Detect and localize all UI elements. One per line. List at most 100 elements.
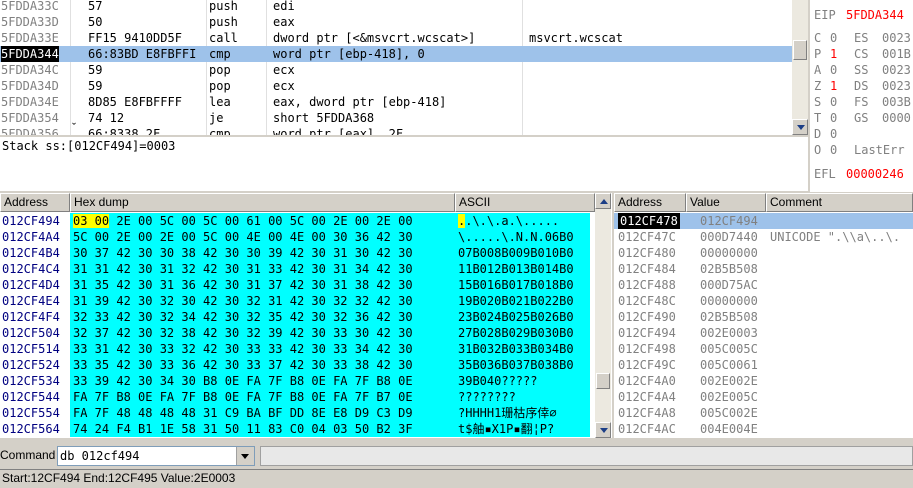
dump-row[interactable]: 012CF4B4 30 37 42 30 30 38 42 30 30 39 42… [0,245,595,261]
dump-row[interactable]: 012CF554 FA 7F 48 48 48 48 31 C9 BA BF DD… [0,405,595,421]
dump-hex[interactable]: 31 31 42 30 31 32 42 30 31 33 42 30 31 3… [70,261,456,277]
dump-ascii[interactable]: ?HHHH1珊枯序倖∅ [455,405,590,421]
dump-ascii[interactable]: t$舳▪X1P▪翻¦P? [455,421,590,437]
dump-row[interactable]: 012CF4C4 31 31 42 30 31 32 42 30 31 33 42… [0,261,595,277]
dump-hex[interactable]: 33 35 42 30 33 36 42 30 33 37 42 30 33 3… [70,357,456,373]
disasm-row[interactable]: 5FDDA33D 50 push eax [0,14,792,30]
stack-row[interactable]: 012CF490 02B5B508 [614,309,913,325]
dump-selected-bytes[interactable]: 03 00 [73,214,110,228]
stack-row[interactable]: 012CF494 002E0003 [614,325,913,341]
dump-row[interactable]: 012CF504 32 37 42 30 32 38 42 30 32 39 42… [0,325,595,341]
segment-value[interactable]: 003B [882,94,911,110]
dump-hex[interactable]: 32 37 42 30 32 38 42 30 32 39 42 30 33 3… [70,325,456,341]
dump-hex[interactable]: 30 37 42 30 30 38 42 30 30 39 42 30 31 3… [70,245,456,261]
disasm-row[interactable]: 5FDDA33C 57 push edi [0,0,792,14]
stack-row[interactable]: 012CF4A4 002E005C [614,389,913,405]
stack-row[interactable]: 012CF480 00000000 [614,245,913,261]
stack-row[interactable]: 012CF484 02B5B508 [614,261,913,277]
dump-hex[interactable]: 32 33 42 30 32 34 42 30 32 35 42 30 32 3… [70,309,456,325]
dump-ascii[interactable]: 39B040????? [455,373,590,389]
command-input[interactable] [58,447,238,465]
stack-header-value[interactable]: Value [686,193,766,212]
dump-hex[interactable]: 31 35 42 30 31 36 42 30 31 37 42 30 31 3… [70,277,456,293]
flag-value[interactable]: 0 [830,30,837,46]
dump-hex[interactable]: 31 39 42 30 32 30 42 30 32 31 42 30 32 3… [70,293,456,309]
registers-pane[interactable]: EIP 5FDDA344 C 0 ES 0023 P 1 CS 001B A 0 SS 0023 Z 1 DS 0… [810,0,913,192]
dump-ascii[interactable]: 27B028B029B030B0 [455,325,590,341]
dump-hex[interactable]: 33 31 42 30 33 32 42 30 33 33 42 30 33 3… [70,341,456,357]
disassembly-scrollbar[interactable] [792,0,808,135]
dump-hex[interactable]: FA 7F 48 48 48 48 31 C9 BA BF DD 8E E8 D… [70,405,456,421]
stack-row[interactable]: 012CF48C 00000000 [614,293,913,309]
stack-pane[interactable]: Address Value Comment 012CF478 012CF494 01… [614,193,913,438]
dump-row[interactable]: 012CF514 33 31 42 30 33 32 42 30 33 33 42… [0,341,595,357]
disassembly-scroll-thumb[interactable] [793,40,807,60]
dump-ascii[interactable]: \.....\.N.N.06B0 [455,229,590,245]
disasm-row[interactable]: 5FDDA356 66:8338 2F cmp word ptr [eax], 2F [0,126,792,135]
flag-value[interactable]: 0 [830,142,837,158]
dump-row[interactable]: 012CF4F4 32 33 42 30 32 34 42 30 32 35 42… [0,309,595,325]
dump-row[interactable]: 012CF544 FA 7F B8 0E FA 7F B8 0E FA 7F B8… [0,389,595,405]
segment-value[interactable]: 0000 [882,110,911,126]
dump-pane[interactable]: Address Hex dump ASCII 012CF494 03 00 2E … [0,193,612,438]
disasm-row[interactable]: 5FDDA33E FF15 9410DD5F call dword ptr [<&ms… [0,30,792,46]
disasm-row[interactable]: 5FDDA34C 59 pop ecx [0,62,792,78]
stack-row[interactable]: 012CF498 005C005C [614,341,913,357]
dump-ascii[interactable]: 11B012B013B014B0 [455,261,590,277]
dump-ascii[interactable]: 35B036B037B038B0 [455,357,590,373]
segment-value[interactable]: 001B [882,46,911,62]
flag-value[interactable]: 1 [830,78,837,94]
dump-row[interactable]: 012CF494 03 00 2E 00 5C 00 5C 00 61 00 5C… [0,213,595,229]
disasm-row[interactable]: 5FDDA34D 59 pop ecx [0,78,792,94]
dump-ascii[interactable]: 23B024B025B026B0 [455,309,590,325]
dump-scroll-up-button[interactable] [595,193,611,209]
dump-row[interactable]: 012CF524 33 35 42 30 33 36 42 30 33 37 42… [0,357,595,373]
stack-row[interactable]: 012CF49C 005C0061 [614,357,913,373]
dump-row[interactable]: 012CF534 33 39 42 30 34 30 B8 0E FA 7F B8… [0,373,595,389]
disasm-row[interactable]: 5FDDA34E 8D85 E8FBFFFF lea eax, dword ptr [… [0,94,792,110]
stack-header-address[interactable]: Address [614,193,686,212]
stack-row[interactable]: 012CF4A8 005C002E [614,405,913,421]
stack-row[interactable]: 012CF488 000D75AC [614,277,913,293]
disassembly-pane[interactable]: 5FDDA33C 57 push edi 5FDDA33D 50 push eax 5FDDA3… [0,0,808,135]
stack-row[interactable]: 012CF47C 000D7440 UNICODE ".\\a\..\. [614,229,913,245]
dump-row[interactable]: 012CF4A4 5C 00 2E 00 2E 00 5C 00 4E 00 4E… [0,229,595,245]
dump-scrollbar[interactable] [595,193,611,438]
dump-hex[interactable]: 03 00 2E 00 5C 00 5C 00 61 00 5C 00 2E 0… [70,213,456,229]
dump-scroll-thumb[interactable] [596,373,610,389]
command-dropdown-button[interactable] [236,447,254,465]
dump-hex[interactable]: 5C 00 2E 00 2E 00 5C 00 4E 00 4E 00 30 3… [70,229,456,245]
efl-value[interactable]: 00000246 [846,166,904,182]
segment-value[interactable]: 0023 [882,30,911,46]
flag-value[interactable]: 0 [830,126,837,142]
dump-ascii[interactable]: 15B016B017B018B0 [455,277,590,293]
stack-row[interactable]: 012CF4A0 002E002E [614,373,913,389]
dump-header-address[interactable]: Address [0,193,70,212]
dump-body[interactable]: 012CF494 03 00 2E 00 5C 00 5C 00 61 00 5C… [0,212,595,438]
dump-ascii[interactable]: 07B008B009B010B0 [455,245,590,261]
dump-hex[interactable]: FA 7F B8 0E FA 7F B8 0E FA 7F B8 0E FA 7… [70,389,456,405]
stack-body[interactable]: 012CF478 012CF494 012CF47C 000D7440 UNICODE … [614,212,913,438]
disasm-row[interactable]: 5FDDA354 74 12 je short 5FDDA368 ˬ [0,110,792,126]
stack-header-comment[interactable]: Comment [766,193,913,212]
dump-hex[interactable]: 74 24 F4 B1 1E 58 31 50 11 83 C0 04 03 5… [70,421,456,437]
dump-ascii[interactable]: ???????? [455,389,590,405]
flag-value[interactable]: 1 [830,46,837,62]
stack-row[interactable]: 012CF4AC 004E004E [614,421,913,437]
dump-ascii[interactable]: 31B032B033B034B0 [455,341,590,357]
dump-header-ascii[interactable]: ASCII [455,193,595,212]
flag-value[interactable]: 0 [830,110,837,126]
dump-hex[interactable]: 33 39 42 30 34 30 B8 0E FA 7F B8 0E FA 7… [70,373,456,389]
dump-row[interactable]: 012CF4D4 31 35 42 30 31 36 42 30 31 37 42… [0,277,595,293]
flag-value[interactable]: 0 [830,62,837,78]
dump-ascii[interactable]: ..\.\.a.\..... [455,213,590,229]
disasm-row[interactable]: 5FDDA344 66:83BD E8FBFFI cmp word ptr [ebp-… [0,46,792,62]
stack-row[interactable]: 012CF478 012CF494 [614,213,913,229]
disassembly-scroll-down-button[interactable] [792,119,808,135]
dump-ascii[interactable]: 19B020B021B022B0 [455,293,590,309]
dump-row[interactable]: 012CF564 74 24 F4 B1 1E 58 31 50 11 83 C0… [0,421,595,437]
eip-value[interactable]: 5FDDA344 [846,7,904,23]
flag-value[interactable]: 0 [830,94,837,110]
dump-scroll-down-button[interactable] [595,422,611,438]
dump-row[interactable]: 012CF4E4 31 39 42 30 32 30 42 30 32 31 42… [0,293,595,309]
